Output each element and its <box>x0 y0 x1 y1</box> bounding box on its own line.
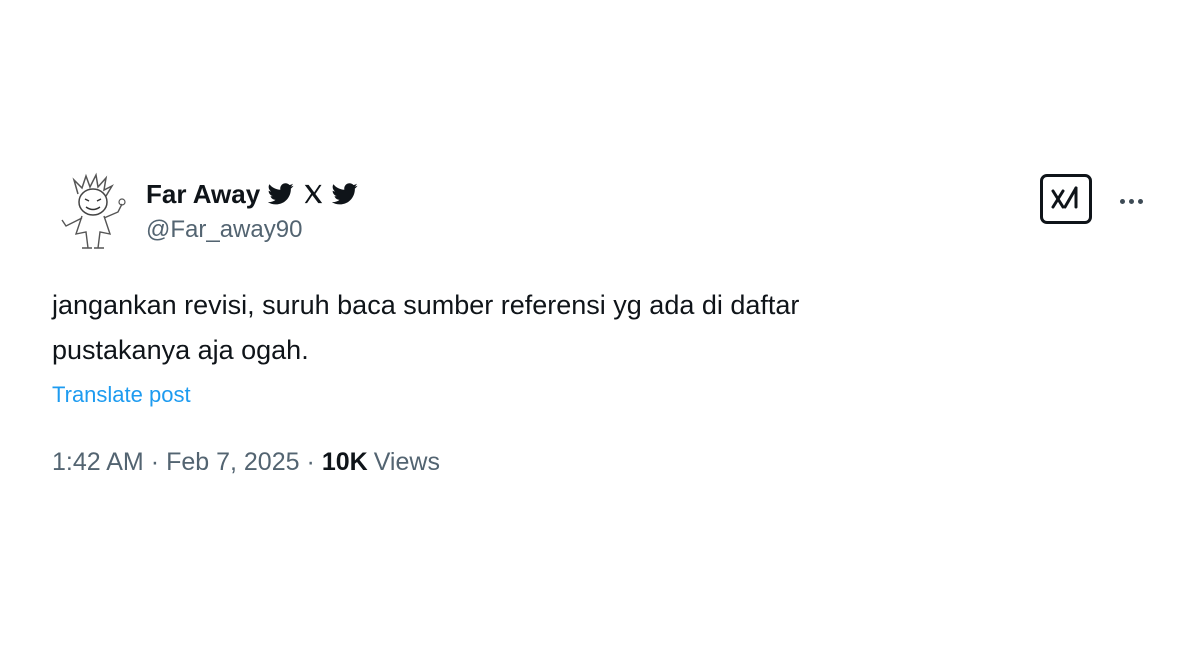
tweet-date[interactable]: Feb 7, 2025 <box>166 448 299 477</box>
author-handle[interactable]: @Far_away90 <box>146 216 302 244</box>
author-name-row: Far Away <box>146 177 358 211</box>
avatar-sketch-image <box>61 172 126 249</box>
meta-separator: · <box>306 448 315 476</box>
grok-icon <box>1051 186 1078 209</box>
more-options-button[interactable] <box>1114 184 1148 218</box>
tweet-meta: 1:42 AM · Feb 7, 2025 · 10K Views <box>52 448 440 477</box>
views-label: Views <box>373 448 440 476</box>
translate-post-link[interactable]: Translate post <box>52 382 191 408</box>
tweet-text: jangankan revisi, suruh baca sumber refe… <box>52 290 800 365</box>
display-name[interactable]: Far Away <box>146 179 260 210</box>
more-options-icon <box>1119 198 1125 204</box>
x-logo-icon <box>302 183 324 205</box>
tweet-card: Far Away @Far_away90 jangankan revisi, s… <box>18 150 1182 508</box>
views-count[interactable]: 10K <box>322 448 368 477</box>
avatar[interactable] <box>56 172 130 252</box>
twitter-bird-icon <box>268 183 294 205</box>
tweet-time[interactable]: 1:42 AM <box>52 448 144 477</box>
grok-button[interactable] <box>1040 174 1092 224</box>
meta-separator: · <box>150 448 160 476</box>
twitter-bird-icon <box>332 183 358 205</box>
